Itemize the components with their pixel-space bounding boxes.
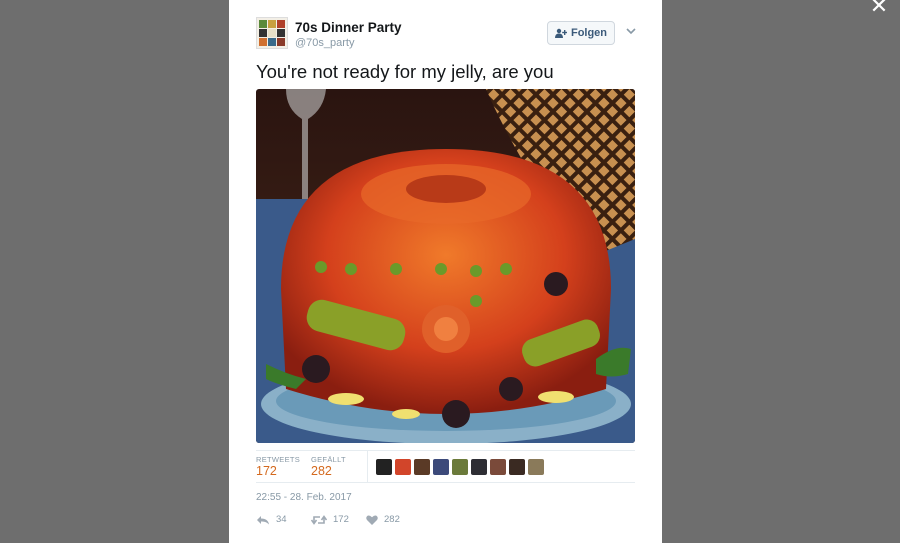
liker-avatar-liker-4[interactable] [433,459,449,475]
retweet-count: 172 [333,514,349,525]
like-count: 282 [384,514,400,525]
follow-button[interactable]: Folgen [547,21,615,45]
reply-button[interactable]: 34 [256,514,287,525]
likes-label: GEFÄLLT [311,455,346,464]
avatar[interactable] [256,17,288,49]
liker-avatar-liker-9[interactable] [528,459,544,475]
jelly-mould-photo [256,89,635,443]
reply-count: 34 [276,514,287,525]
tweet-photo[interactable] [256,89,635,443]
liker-avatar-liker-8[interactable] [509,459,525,475]
divider-bottom [256,482,635,483]
reply-icon [257,515,269,524]
author-name[interactable]: 70s Dinner Party [295,20,402,35]
liker-avatar-liker-2[interactable] [395,459,411,475]
like-button[interactable]: 282 [366,514,400,525]
heart-icon [366,515,378,525]
author-handle[interactable]: @70s_party [295,37,354,49]
tweet-text: You're not ready for my jelly, are you [256,61,554,82]
liker-avatars [376,459,544,475]
follow-label: Folgen [570,27,608,39]
add-user-icon [554,28,567,38]
retweet-icon [311,514,327,525]
retweets-count[interactable]: 172 [256,464,277,478]
liker-avatar-liker-5[interactable] [452,459,468,475]
retweets-label: RETWEETS [256,455,301,464]
chevron-down-icon[interactable] [626,27,636,35]
likes-count[interactable]: 282 [311,464,332,478]
timestamp[interactable]: 22:55 - 28. Feb. 2017 [256,492,352,503]
divider-stats [367,450,368,483]
liker-avatar-liker-1[interactable] [376,459,392,475]
divider-top [256,450,635,451]
liker-avatar-liker-7[interactable] [490,459,506,475]
retweet-button[interactable]: 172 [311,514,349,525]
liker-avatar-liker-3[interactable] [414,459,430,475]
liker-avatar-liker-6[interactable] [471,459,487,475]
close-icon[interactable]: ✕ [868,0,890,18]
tweet-card: 70s Dinner Party @70s_party Folgen You'r… [229,0,662,543]
